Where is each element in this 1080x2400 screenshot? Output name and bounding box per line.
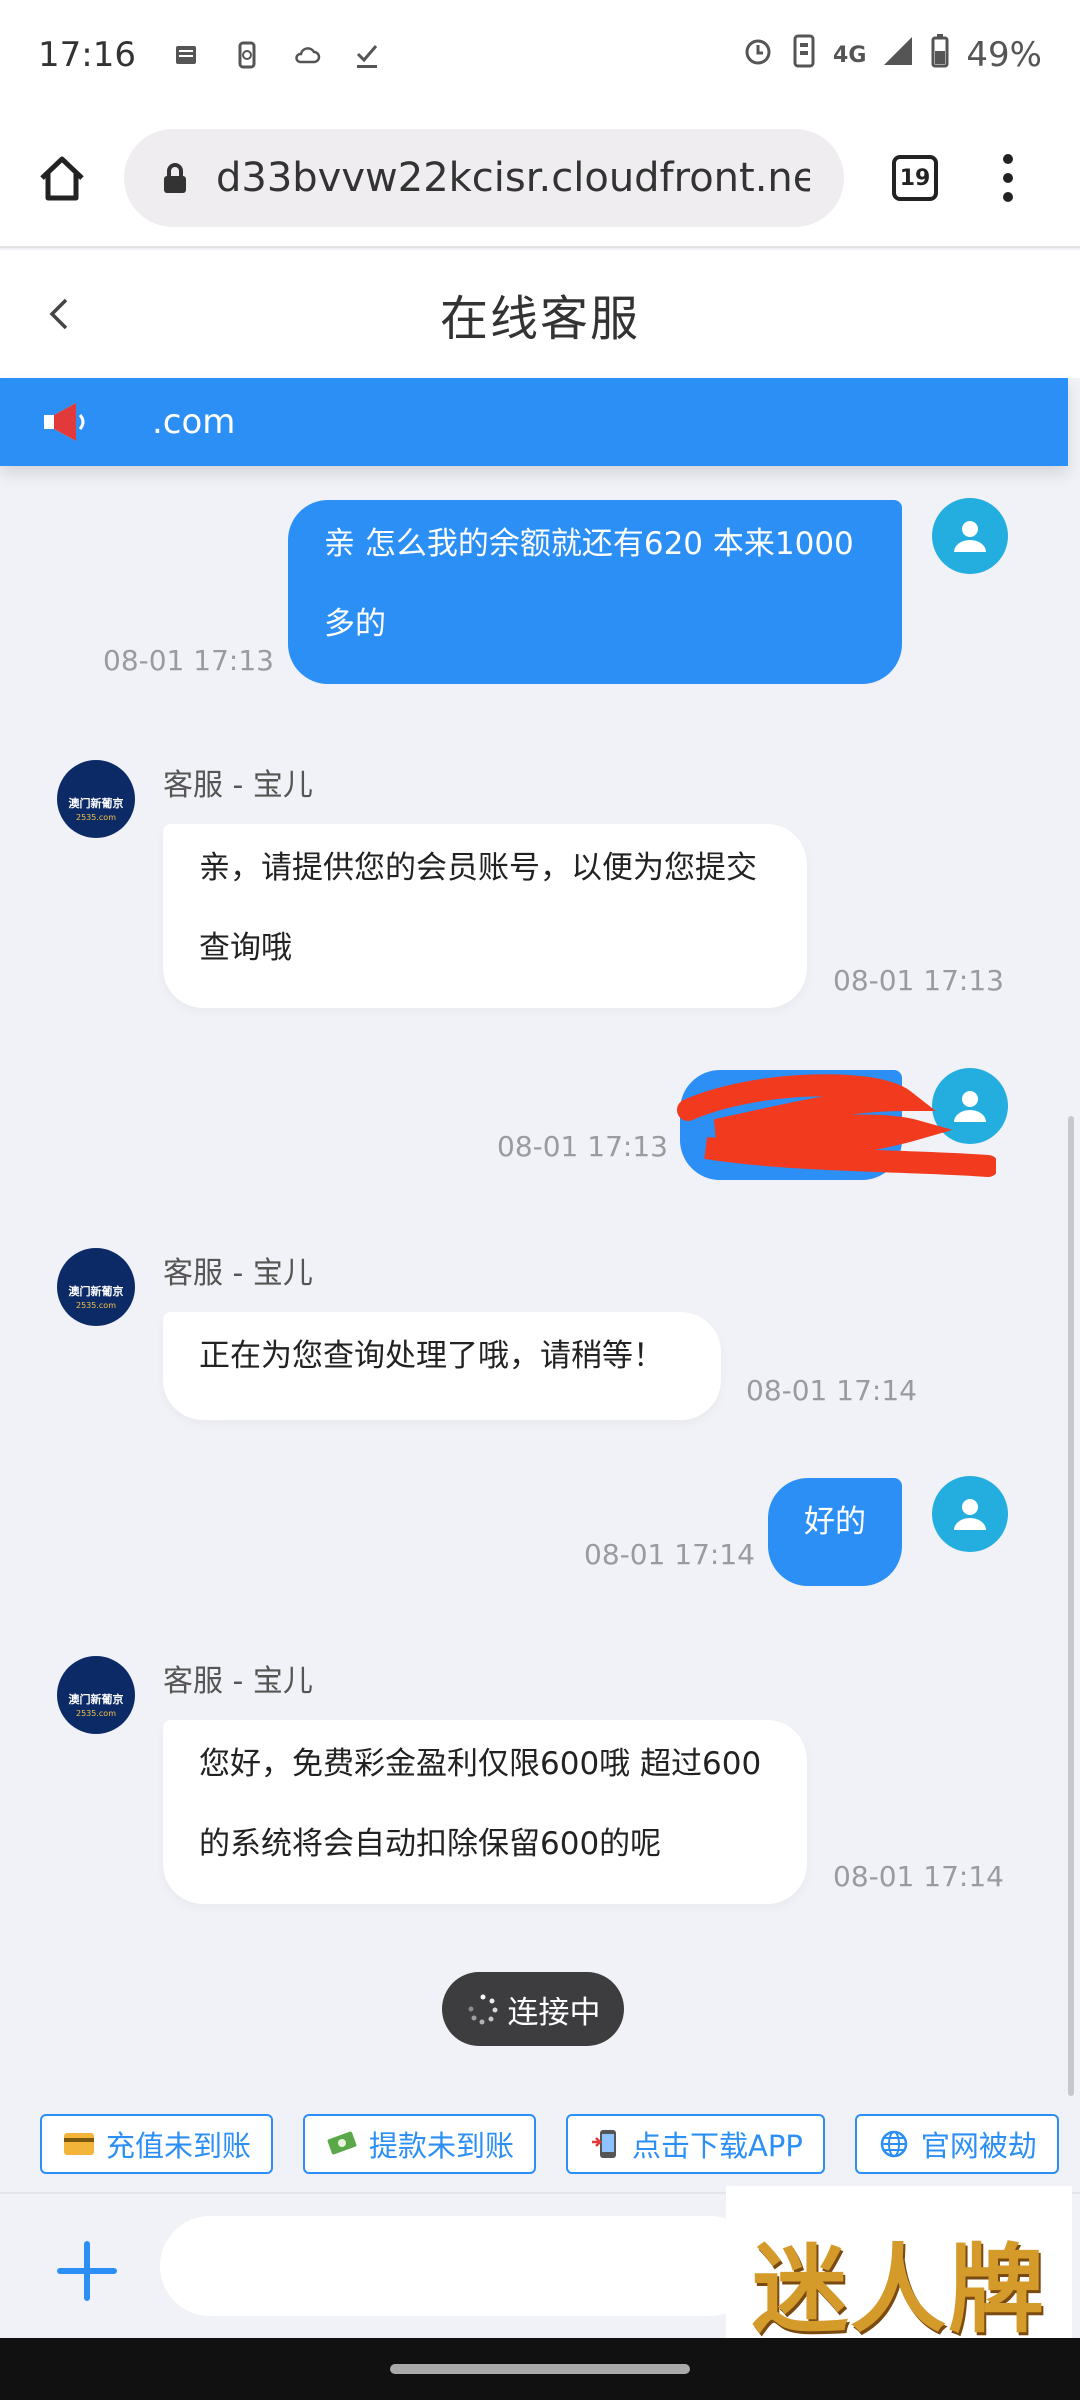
quick-reply-bar: 充值未到账 提款未到账 点击下载APP 官网被劫	[0, 2096, 1080, 2192]
agent-name: 客服 - 宝儿	[163, 768, 313, 803]
notification-icon	[170, 38, 204, 72]
message-timestamp: 08-01 17:14	[584, 1538, 755, 1571]
message-timestamp: 08-01 17:13	[833, 964, 1004, 997]
page-header: 在线客服	[0, 250, 1080, 378]
battery-icon	[930, 33, 950, 77]
download-done-icon	[350, 38, 384, 72]
message-timestamp: 08-01 17:13	[103, 644, 274, 677]
quick-button-label: 点击下载APP	[632, 2129, 803, 2163]
quick-button-label: 官网被劫	[920, 2129, 1037, 2163]
menu-dot	[1003, 173, 1013, 183]
agent-logo-text: 澳门新葡京	[68, 1692, 124, 1706]
money-icon	[325, 2127, 359, 2161]
address-bar[interactable]: d33bvvw22kcisr.cloudfront.net/h	[124, 129, 844, 227]
phone-sync-icon	[230, 38, 264, 72]
quick-button-official-site[interactable]: 官网被劫	[854, 2114, 1059, 2174]
agent-logo-text: 澳门新葡京	[68, 1284, 124, 1298]
agent-logo-text: 澳门新葡京	[68, 796, 124, 810]
card-icon	[62, 2127, 96, 2161]
connection-status-label: 连接中	[507, 1994, 601, 2031]
alarm-icon	[741, 34, 775, 77]
cloud-icon	[290, 38, 324, 72]
agent-logo-domain: 2535.com	[76, 812, 116, 822]
user-icon	[954, 1499, 986, 1530]
agent-message-bubble: 正在为您查询处理了哦，请稍等！	[163, 1312, 721, 1420]
quick-button-label: 提款未到账	[369, 2129, 515, 2163]
phone-icon	[588, 2127, 622, 2161]
announcement-text: .com	[152, 402, 236, 442]
agent-message-bubble: 您好，免费彩金盈利仅限600哦 超过600的系统将会自动扣除保留600的呢	[163, 1720, 807, 1904]
home-icon	[40, 156, 84, 201]
agent-avatar: 澳门新葡京 2535.com	[57, 760, 135, 838]
menu-dot	[1003, 154, 1013, 164]
signal-icon	[882, 35, 914, 76]
status-time: 17:16	[38, 35, 136, 75]
message-timestamp: 08-01 17:14	[746, 1374, 917, 1407]
plus-icon	[57, 2241, 117, 2301]
user-icon	[954, 521, 986, 552]
quick-button-deposit[interactable]: 充值未到账	[40, 2114, 274, 2174]
watermark-text: 迷人牌	[752, 2232, 1046, 2346]
status-bar: 17:16 4G 49%	[0, 0, 1080, 110]
chat-area[interactable]: 亲 怎么我的余额就还有620 本来1000多的 08-01 17:13 澳门新葡…	[0, 466, 1080, 2096]
globe-icon	[877, 2127, 911, 2161]
user-message-bubble: 好的	[768, 1478, 902, 1586]
gesture-handle[interactable]	[390, 2364, 690, 2374]
user-avatar	[932, 498, 1008, 574]
agent-avatar: 澳门新葡京 2535.com	[57, 1656, 135, 1734]
system-navigation-bar	[0, 2338, 1080, 2400]
user-avatar	[932, 1476, 1008, 1552]
redaction-scribble	[677, 1074, 996, 1177]
agent-message-bubble: 亲，请提供您的会员账号，以便为您提交查询哦	[163, 824, 807, 1008]
page-title: 在线客服	[439, 291, 640, 347]
url-text: d33bvvw22kcisr.cloudfront.net/h	[216, 155, 810, 201]
megaphone-icon	[44, 403, 85, 441]
network-type: 4G	[833, 42, 867, 68]
lock-icon	[164, 163, 186, 193]
connection-status: 连接中	[442, 1972, 624, 2046]
announcement-bar[interactable]: .com	[0, 378, 1068, 466]
message-timestamp: 08-01 17:14	[833, 1860, 1004, 1893]
quick-button-label: 充值未到账	[106, 2129, 252, 2163]
home-button[interactable]	[30, 146, 94, 210]
browser-toolbar: d33bvvw22kcisr.cloudfront.net/h 19	[0, 110, 1080, 248]
menu-dot	[1003, 192, 1013, 202]
message-timestamp: 08-01 17:13	[497, 1130, 668, 1163]
quick-button-withdraw[interactable]: 提款未到账	[303, 2114, 537, 2174]
back-button[interactable]	[30, 284, 90, 344]
attach-button[interactable]	[52, 2236, 122, 2306]
agent-logo-domain: 2535.com	[76, 1300, 116, 1310]
battery-percent: 49%	[966, 35, 1042, 75]
tabs-button[interactable]: 19	[892, 155, 938, 201]
agent-name: 客服 - 宝儿	[163, 1256, 313, 1291]
overflow-menu-button[interactable]	[998, 154, 1018, 202]
vibrate-icon	[791, 33, 817, 78]
agent-avatar: 澳门新葡京 2535.com	[57, 1248, 135, 1326]
quick-button-download-app[interactable]: 点击下载APP	[566, 2114, 825, 2174]
message-input[interactable]	[160, 2216, 760, 2316]
agent-logo-domain: 2535.com	[76, 1708, 116, 1718]
agent-name: 客服 - 宝儿	[163, 1664, 313, 1699]
chat-scrollbar[interactable]	[1068, 1116, 1074, 2096]
chevron-left-icon	[49, 298, 68, 330]
user-message-bubble: 亲 怎么我的余额就还有620 本来1000多的	[288, 500, 902, 684]
spinner-icon	[468, 1994, 497, 2025]
